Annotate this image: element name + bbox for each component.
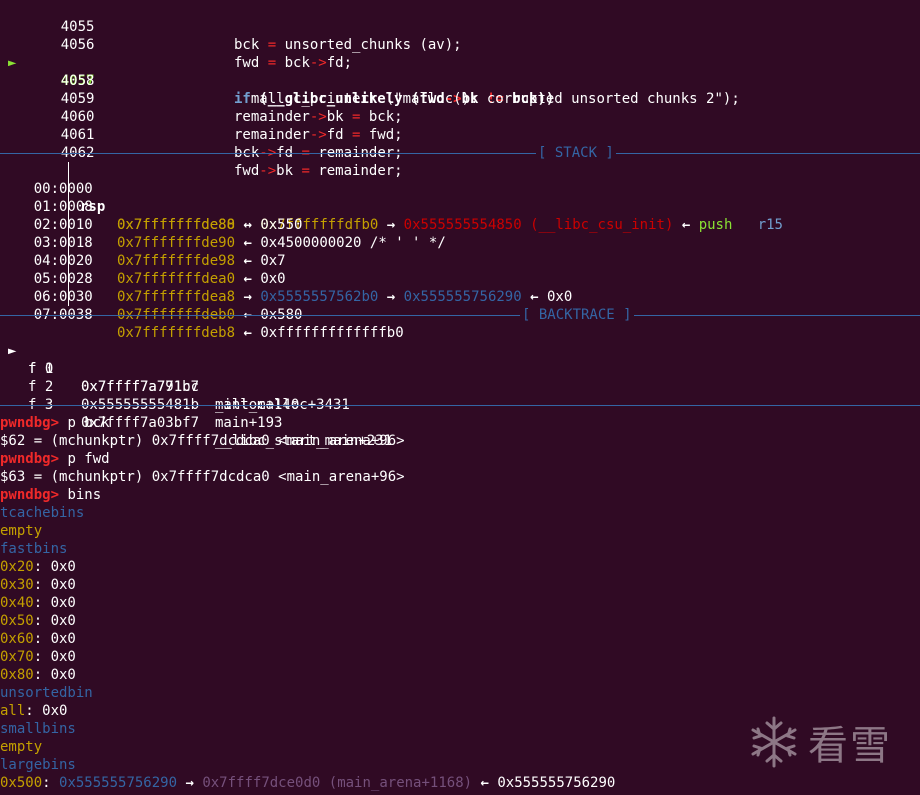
prompt: pwndbg> bbox=[0, 487, 60, 503]
source-line: 4056 fwd = bck->fd; bbox=[0, 18, 920, 71]
bin-size: 0x500 bbox=[0, 775, 43, 791]
stack-row: 06:0030 0x7fffffffdeb0 ← 0x580 bbox=[0, 270, 920, 323]
largebin-row: 0x500: 0x555555756290 → 0x7ffff7dce0d0 (… bbox=[0, 774, 920, 792]
source-line: 4058 malloc_printerr ("malloc(): corrupt… bbox=[0, 54, 920, 107]
bins-header: unsortedbin bbox=[0, 685, 93, 701]
stack-row: 04:0020 0x7fffffffdea0 ← 0x0 bbox=[0, 234, 920, 287]
fastbin-row: 0x60: 0x0 bbox=[0, 630, 920, 648]
stack-separator: [ STACK ] bbox=[0, 144, 920, 162]
command-text: bins bbox=[59, 487, 102, 503]
bin-size: 0x80 bbox=[0, 667, 34, 683]
bin-colon: : bbox=[42, 775, 60, 791]
fastbin-row: 0x70: 0x0 bbox=[0, 648, 920, 666]
bin-size: 0x20 bbox=[0, 559, 34, 575]
command-text: p bck bbox=[59, 415, 110, 431]
source-line: 4055 bck = unsorted_chunks (av); bbox=[0, 0, 920, 53]
bin-size: 0x70 bbox=[0, 649, 34, 665]
bins-header: fastbins bbox=[0, 541, 68, 557]
arrow-left-icon: ← bbox=[472, 775, 498, 791]
source-line: 4059 remainder->bk = bck; bbox=[0, 72, 920, 125]
bins-empty: empty bbox=[0, 523, 43, 539]
command-line[interactable]: pwndbg> p fwd bbox=[0, 450, 920, 468]
context-end-separator bbox=[0, 396, 920, 414]
stack-row: 07:0038 0x7fffffffdeb8 ← 0xfffffffffffff… bbox=[0, 288, 920, 341]
stack-row: 00:0000 rsp 0x7fffffffde80 → 0x7fffffffd… bbox=[0, 162, 920, 233]
backtrace-frame: f 3 0x7ffff7a03bf7 __libc_start_main+231 bbox=[0, 378, 920, 449]
prompt: pwndbg> bbox=[0, 451, 60, 467]
chunk-address: 0x555555756290 bbox=[59, 775, 178, 791]
fastbin-row: 0x20: 0x0 bbox=[0, 558, 920, 576]
fastbin-row: 0x50: 0x0 bbox=[0, 612, 920, 630]
stack-row: 03:0018 0x7fffffffde98 ← 0x7 bbox=[0, 216, 920, 269]
terminal: 4055 bck = unsorted_chunks (av); 4056 fw… bbox=[0, 0, 920, 792]
backtrace-frame: ► f 0 0x7ffff7a771b7 _int_malloc+3431 bbox=[0, 324, 920, 413]
stack-row: 02:0010 0x7fffffffde90 ← 0x4500000020 /*… bbox=[0, 198, 920, 251]
fastbin-row: 0x80: 0x0 bbox=[0, 666, 920, 684]
backtrace-frame: f 1 0x7ffff7a791cc malloc+140 bbox=[0, 342, 920, 413]
command-output: $63 = (mchunkptr) 0x7ffff7dcdca0 <main_a… bbox=[0, 469, 405, 485]
bin-size: 0x50 bbox=[0, 613, 34, 629]
command-output: $62 = (mchunkptr) 0x7ffff7dcdca0 <main_a… bbox=[0, 433, 405, 449]
fastbin-row: 0x40: 0x0 bbox=[0, 594, 920, 612]
bin-value: : 0x0 bbox=[33, 631, 76, 647]
stack-row: 05:0028 0x7fffffffdea8 → 0x5555557562b0 … bbox=[0, 252, 920, 305]
source-line: 4061 bck->fd = remainder; bbox=[0, 108, 920, 161]
command-line[interactable]: pwndbg> p bck bbox=[0, 414, 920, 432]
command-text: p fwd bbox=[59, 451, 110, 467]
chunk-address: 0x7ffff7dce0d0 (main_arena+1168) bbox=[202, 775, 473, 791]
fastbin-row: 0x30: 0x0 bbox=[0, 576, 920, 594]
bin-size: 0x60 bbox=[0, 631, 34, 647]
snowflake-icon bbox=[751, 716, 797, 768]
prompt: pwndbg> bbox=[0, 415, 60, 431]
bin-value: : 0x0 bbox=[33, 559, 76, 575]
backtrace-separator: [ BACKTRACE ] bbox=[0, 306, 920, 324]
bin-value: : 0x0 bbox=[33, 613, 76, 629]
bins-header: tcachebins bbox=[0, 505, 85, 521]
bin-size: 0x40 bbox=[0, 595, 34, 611]
backtrace-title: [ BACKTRACE ] bbox=[520, 306, 634, 324]
source-line: 4062 fwd->bk = remainder; bbox=[0, 126, 920, 179]
source-line-current: ► 4057 if (__glibc_unlikely (fwd->bk != … bbox=[0, 36, 920, 107]
watermark-text: 看雪 bbox=[808, 723, 892, 769]
arrow-right-icon: → bbox=[177, 775, 203, 791]
bin-value: : 0x0 bbox=[33, 577, 76, 593]
watermark: 看雪 bbox=[746, 712, 896, 772]
bin-value: : 0x0 bbox=[33, 649, 76, 665]
bin-value: : 0x0 bbox=[33, 595, 76, 611]
stack-title: [ STACK ] bbox=[536, 144, 616, 162]
command-line[interactable]: pwndbg> bins bbox=[0, 486, 920, 504]
source-line: 4060 remainder->fd = fwd; bbox=[0, 90, 920, 143]
bin-size: all bbox=[0, 703, 26, 719]
bin-size: 0x30 bbox=[0, 577, 34, 593]
chunk-address: 0x555555756290 bbox=[497, 775, 616, 791]
bin-value: : 0x0 bbox=[33, 667, 76, 683]
backtrace-frame: f 2 0x55555555481b main+193 bbox=[0, 360, 920, 431]
bin-value: : 0x0 bbox=[25, 703, 68, 719]
stack-row: 01:0008 0x7fffffffde88 ← 0x550 bbox=[0, 180, 920, 233]
